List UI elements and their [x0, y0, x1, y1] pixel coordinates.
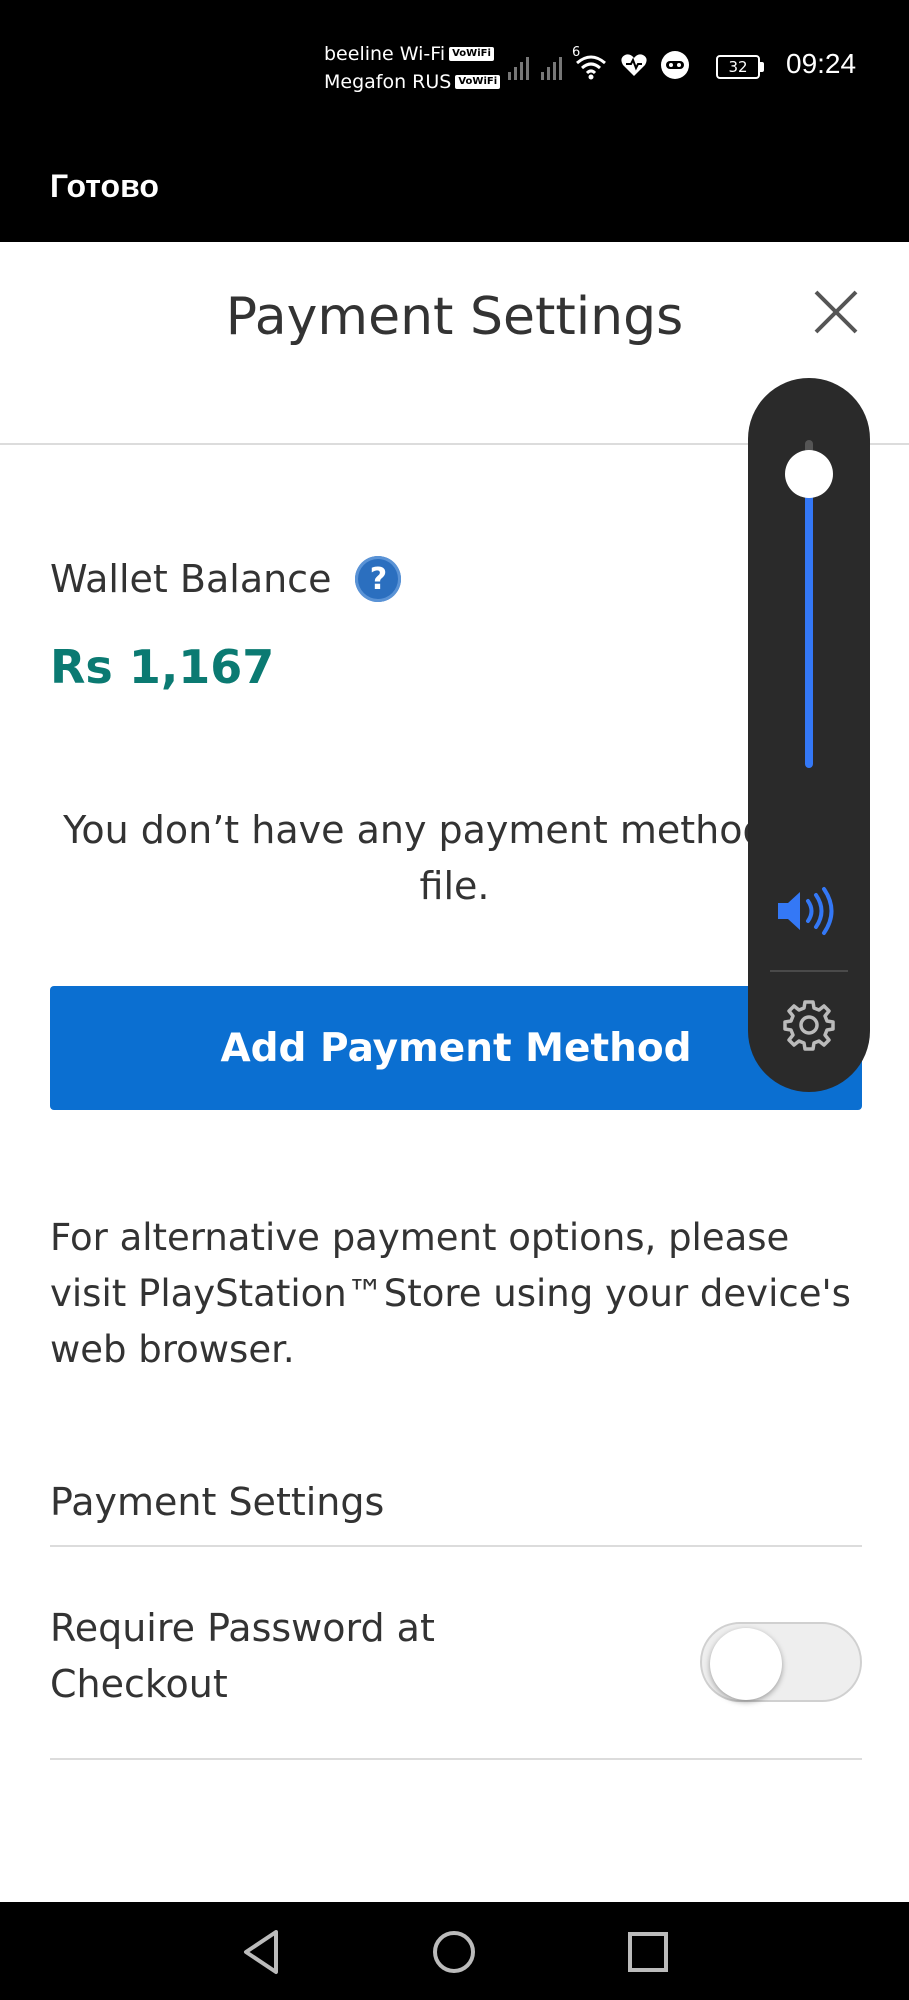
section-heading: Payment Settings: [50, 1480, 385, 1524]
navigation-bar: [0, 1902, 909, 2000]
close-button[interactable]: [808, 284, 864, 340]
wallet-balance-label: Wallet Balance ?: [50, 556, 402, 602]
vowifi-badge: VoWiFi: [449, 47, 494, 61]
volume-divider: [770, 970, 848, 972]
home-button[interactable]: [424, 1922, 484, 1982]
home-icon: [433, 1931, 475, 1973]
carrier-info: beeline Wi-Fi VoWiFi Megafon RUS VoWiFi: [324, 40, 501, 96]
alternative-payment-text: For alternative payment options, please …: [50, 1216, 851, 1371]
system-icons: 6 32: [508, 45, 764, 84]
status-bar: beeline Wi-Fi VoWiFi Megafon RUS VoWiFi …: [0, 0, 909, 242]
network-type-label: 6: [572, 45, 581, 60]
vowifi-badge: VoWiFi: [455, 75, 501, 89]
close-icon: [814, 290, 858, 334]
recents-icon: [628, 1932, 668, 1972]
recents-button[interactable]: [618, 1922, 678, 1982]
volume-slider-handle[interactable]: [785, 450, 833, 498]
carrier-line-1: beeline Wi-Fi VoWiFi: [324, 40, 500, 68]
wallet-label-text: Wallet Balance: [50, 557, 332, 601]
require-password-label: Require Password at Checkout: [50, 1606, 435, 1706]
battery-level: 32: [716, 55, 760, 79]
carrier-line-2: Megafon RUS VoWiFi: [324, 68, 501, 96]
empty-payment-methods-message: You don’t have any payment methods on fi…: [63, 808, 846, 908]
volume-level-fill: [805, 468, 813, 768]
carrier-name-1: beeline Wi-Fi: [324, 43, 446, 65]
signal-icon: [508, 54, 529, 80]
help-icon[interactable]: ?: [355, 556, 402, 602]
section-divider: [50, 1545, 862, 1547]
signal-icon: [541, 54, 562, 80]
wifi-icon: 6: [572, 45, 608, 81]
add-payment-method-button[interactable]: Add Payment Method: [50, 986, 862, 1110]
heart-icon: [620, 52, 648, 82]
carrier-name-2: Megafon RUS: [324, 71, 452, 93]
assistant-icon: [660, 50, 690, 84]
done-button[interactable]: Готово: [50, 168, 159, 205]
speaker-icon[interactable]: [776, 886, 842, 936]
battery-icon: 32: [716, 55, 764, 79]
back-button[interactable]: [232, 1922, 292, 1982]
require-password-toggle[interactable]: [700, 1622, 862, 1702]
row-divider: [50, 1758, 862, 1760]
page-title: Payment Settings: [225, 287, 684, 347]
back-icon: [244, 1930, 278, 1974]
wallet-balance-amount: Rs 1,167: [50, 640, 275, 694]
gear-icon[interactable]: [782, 998, 836, 1052]
clock: 09:24: [786, 48, 857, 79]
toggle-knob: [710, 1628, 782, 1700]
volume-panel: [748, 378, 870, 1092]
